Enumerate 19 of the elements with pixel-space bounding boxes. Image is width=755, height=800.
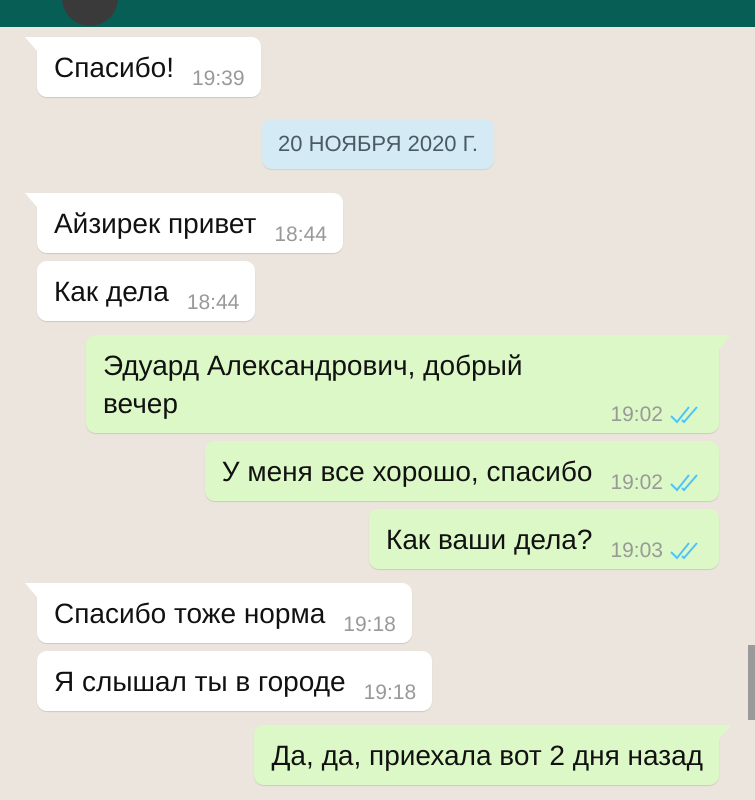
message-text: Айзирек привет xyxy=(54,207,256,241)
message-text: Как ваши дела? xyxy=(386,523,592,557)
scrollbar[interactable] xyxy=(748,645,755,720)
message-text: Я слышал ты в городе xyxy=(54,665,346,699)
message-time: 19:02 xyxy=(610,471,663,495)
date-label: 20 НОЯБРЯ 2020 Г. xyxy=(262,119,494,169)
message-text: Спасибо! xyxy=(54,51,174,85)
message-text: У меня все хорошо, спасибо xyxy=(222,455,592,489)
message-text: Как дела xyxy=(54,275,169,309)
message-time: 19:03 xyxy=(610,539,663,563)
message-time: 19:39 xyxy=(192,67,245,91)
message-time: 19:18 xyxy=(364,681,416,705)
message-text: Спасибо тоже норма xyxy=(54,597,326,631)
message-time: 19:18 xyxy=(343,613,396,637)
message-time: 18:44 xyxy=(186,291,240,315)
message-text: Эдуард Александрович, добрый вечер xyxy=(103,349,524,421)
message-time: 19:02 xyxy=(610,403,663,427)
message-text: Да, да, приехала вот 2 дня назад xyxy=(271,739,703,773)
message-time: 18:44 xyxy=(274,223,327,247)
